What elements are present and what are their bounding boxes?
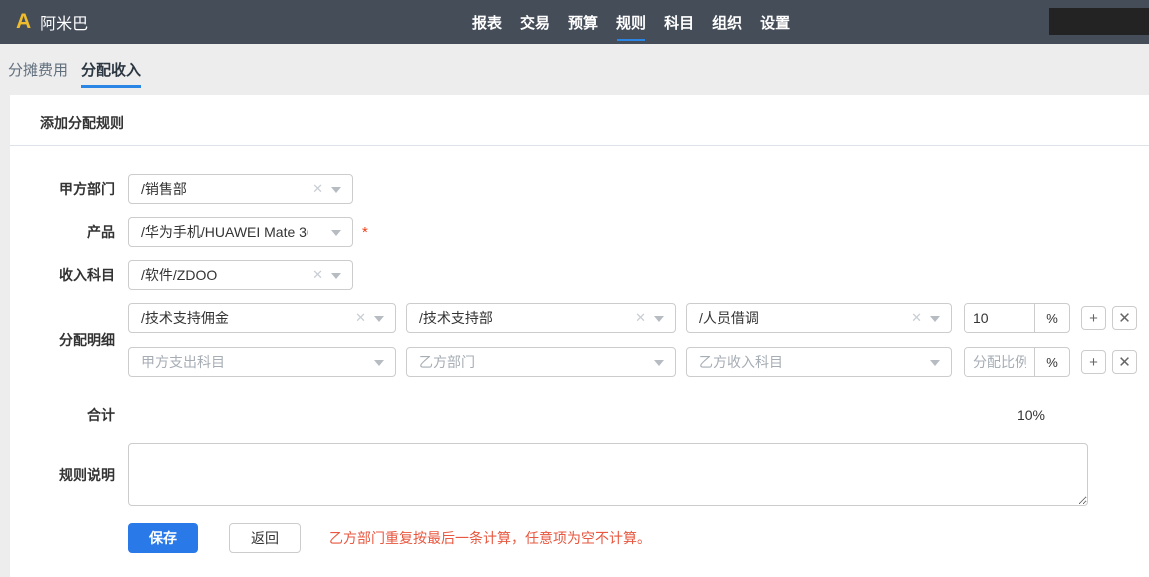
party-b-income-subject-placeholder: 乙方收入科目 (699, 354, 783, 370)
party-b-dept-placeholder: 乙方部门 (419, 354, 475, 370)
caret-down-icon (331, 187, 341, 193)
caret-down-icon (331, 230, 341, 236)
party-a-dept-value: /销售部 (141, 181, 187, 197)
add-rule-form: 甲方部门 /销售部 ✕ 产品 /华为手机/HUAWEI Mate 30 * 收入… (10, 146, 1149, 553)
party-b-income-subject-select[interactable]: /人员借调 ✕ (686, 303, 952, 333)
top-bar: A 阿米巴 报表 交易 预算 规则 科目 组织 设置 (0, 0, 1149, 44)
clear-icon[interactable]: ✕ (355, 311, 366, 324)
expense-subject-value: /技术支持佣金 (141, 310, 229, 326)
party-b-dept-value: /技术支持部 (419, 310, 493, 326)
nav-item-budget[interactable]: 预算 (568, 9, 598, 36)
caret-down-icon (930, 360, 940, 366)
total-value: 10% (1016, 407, 1045, 423)
party-b-income-subject-value: /人员借调 (699, 310, 759, 326)
income-subject-value: /软件/ZDOO (141, 267, 218, 283)
nav-item-rules[interactable]: 规则 (616, 9, 646, 41)
clear-icon[interactable]: ✕ (312, 182, 323, 195)
percent-addon: % (1034, 304, 1069, 332)
description-textarea[interactable] (128, 443, 1088, 506)
app-logo-icon: A (16, 10, 32, 33)
caret-down-icon (374, 360, 384, 366)
add-row-button[interactable]: + (1081, 350, 1106, 374)
detail-rows: /技术支持佣金 ✕ /技术支持部 ✕ /人员借调 ✕ 10 % + ✕ 甲方支出… (128, 303, 1137, 377)
party-a-dept-row: 甲方部门 /销售部 ✕ (10, 174, 1149, 204)
income-subject-row: 收入科目 /软件/ZDOO ✕ (10, 260, 1149, 290)
nav-item-organization[interactable]: 组织 (712, 9, 742, 36)
income-subject-label: 收入科目 (59, 267, 115, 283)
brand[interactable]: A 阿米巴 (16, 0, 88, 44)
form-actions: 保存 返回 乙方部门重复按最后一条计算，任意项为空不计算。 (128, 523, 1149, 553)
content-panel: 添加分配规则 甲方部门 /销售部 ✕ 产品 /华为手机/HUAWEI Mate … (10, 95, 1149, 577)
caret-down-icon (654, 360, 664, 366)
page-title: 添加分配规则 (10, 95, 1149, 146)
caret-down-icon (374, 316, 384, 322)
detail-label: 分配明细 (59, 332, 115, 348)
detail-row: 甲方支出科目 乙方部门 乙方收入科目 % + (128, 347, 1137, 377)
topbar-search-box[interactable] (1049, 8, 1149, 35)
clear-icon[interactable]: ✕ (312, 268, 323, 281)
nav-item-settings[interactable]: 设置 (760, 9, 790, 36)
caret-down-icon (331, 273, 341, 279)
warning-note: 乙方部门重复按最后一条计算，任意项为空不计算。 (329, 530, 651, 546)
app-title: 阿米巴 (40, 16, 89, 33)
product-select[interactable]: /华为手机/HUAWEI Mate 30 (128, 217, 353, 247)
product-label: 产品 (87, 224, 115, 240)
clear-icon[interactable]: ✕ (911, 311, 922, 324)
party-a-expense-subject-select[interactable]: /技术支持佣金 ✕ (128, 303, 396, 333)
product-value: /华为手机/HUAWEI Mate 30 (141, 224, 308, 240)
save-button[interactable]: 保存 (128, 523, 198, 553)
back-button[interactable]: 返回 (229, 523, 301, 553)
ratio-input[interactable] (965, 304, 1034, 332)
sub-tab-bar: 分摊费用 分配收入 (0, 44, 1149, 95)
total-label: 合计 (87, 407, 115, 423)
caret-down-icon (654, 316, 664, 322)
nav-item-reports[interactable]: 报表 (472, 9, 502, 36)
remove-row-button[interactable]: ✕ (1112, 350, 1137, 374)
tab-distribute-income[interactable]: 分配收入 (81, 59, 142, 88)
ratio-input-group: % (964, 347, 1070, 377)
party-a-dept-label: 甲方部门 (59, 181, 115, 197)
caret-down-icon (930, 316, 940, 322)
party-b-dept-select[interactable]: /技术支持部 ✕ (406, 303, 676, 333)
percent-addon: % (1034, 348, 1069, 376)
income-subject-select[interactable]: /软件/ZDOO ✕ (128, 260, 353, 290)
required-asterisk: * (362, 223, 368, 241)
party-a-dept-select[interactable]: /销售部 ✕ (128, 174, 353, 204)
description-row: 规则说明 (10, 443, 1149, 506)
main-nav: 报表 交易 预算 规则 科目 组织 设置 (472, 0, 790, 44)
clear-icon[interactable]: ✕ (635, 311, 646, 324)
ratio-input[interactable] (965, 348, 1034, 376)
ratio-input-group: % (964, 303, 1070, 333)
detail-row: /技术支持佣金 ✕ /技术支持部 ✕ /人员借调 ✕ 10 % + ✕ (128, 303, 1137, 333)
add-row-button[interactable]: + (1081, 306, 1106, 330)
total-row: 合计 10% (10, 405, 1149, 425)
tab-allocate-expense[interactable]: 分摊费用 (8, 59, 68, 88)
nav-item-trades[interactable]: 交易 (520, 9, 550, 36)
party-a-expense-subject-select[interactable]: 甲方支出科目 (128, 347, 396, 377)
party-b-dept-select[interactable]: 乙方部门 (406, 347, 676, 377)
detail-block: 分配明细 /技术支持佣金 ✕ /技术支持部 ✕ /人员借调 ✕ 10 % + ✕… (10, 303, 1149, 377)
remove-row-button[interactable]: ✕ (1112, 306, 1137, 330)
description-label: 规则说明 (59, 466, 115, 483)
party-b-income-subject-select[interactable]: 乙方收入科目 (686, 347, 952, 377)
nav-item-subjects[interactable]: 科目 (664, 9, 694, 36)
product-row: 产品 /华为手机/HUAWEI Mate 30 * (10, 217, 1149, 247)
expense-subject-placeholder: 甲方支出科目 (141, 354, 225, 370)
